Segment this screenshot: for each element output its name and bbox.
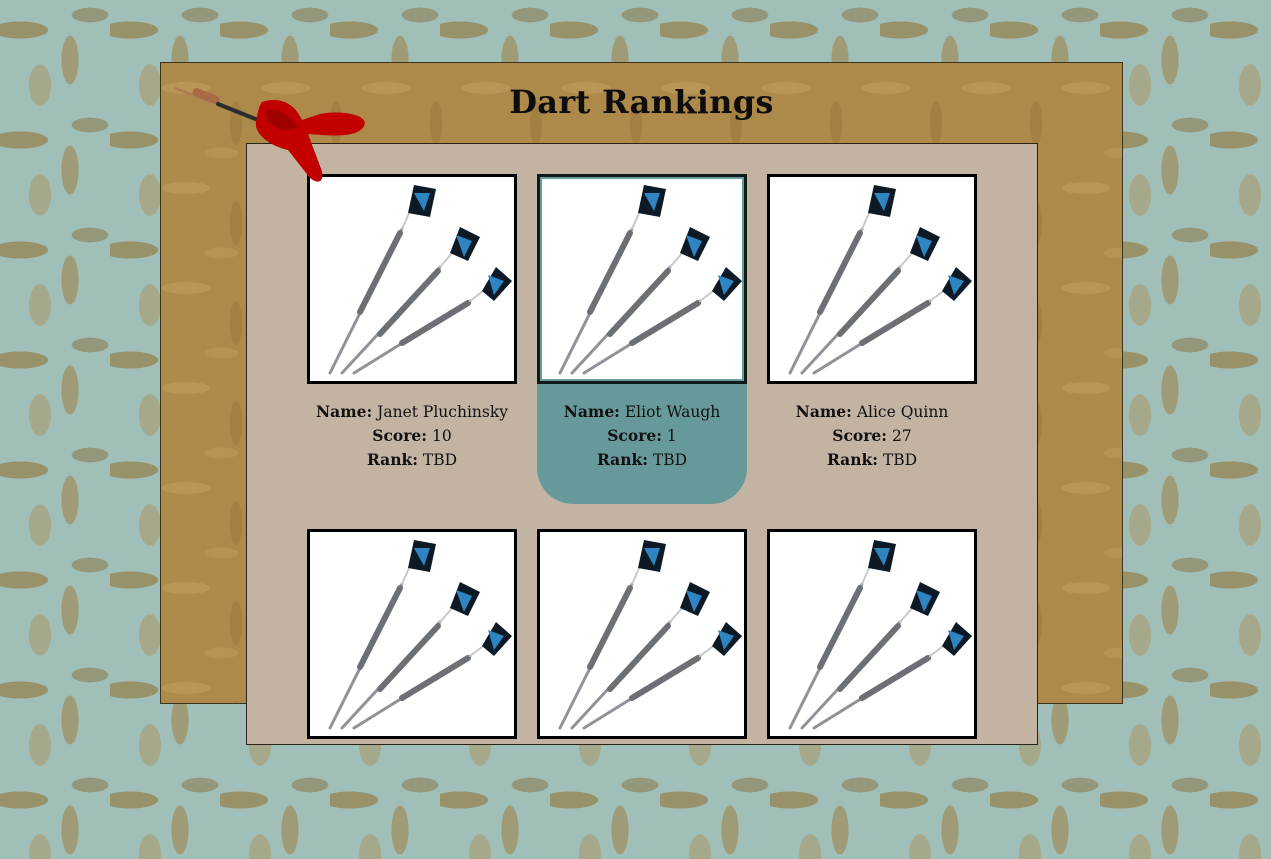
name-row: Name: Alice Quinn bbox=[767, 400, 977, 424]
player-name: Janet Pluchinsky bbox=[377, 403, 508, 421]
player-card[interactable] bbox=[307, 529, 517, 859]
player-card[interactable]: Name: Alice Quinn Score: 27 Rank: TBD bbox=[767, 174, 977, 504]
player-card[interactable] bbox=[767, 529, 977, 859]
name-label: Name: bbox=[563, 402, 620, 421]
score-label: Score: bbox=[372, 426, 428, 445]
player-score: 27 bbox=[891, 427, 912, 445]
player-image[interactable] bbox=[307, 174, 517, 384]
score-row: Score: 27 bbox=[767, 424, 977, 448]
player-score: 1 bbox=[666, 427, 677, 445]
player-image[interactable] bbox=[767, 174, 977, 384]
rank-label: Rank: bbox=[366, 450, 418, 469]
name-label: Name: bbox=[795, 402, 852, 421]
player-grid: Name: Janet Pluchinsky Score: 10 Rank: T… bbox=[246, 143, 1038, 745]
player-rank: TBD bbox=[422, 451, 458, 469]
player-card-selected[interactable]: Name: Eliot Waugh Score: 1 Rank: TBD bbox=[537, 174, 747, 504]
score-row: Score: 1 bbox=[537, 424, 747, 448]
player-card[interactable] bbox=[537, 529, 747, 859]
player-rank: TBD bbox=[652, 451, 688, 469]
score-label: Score: bbox=[832, 426, 888, 445]
score-label: Score: bbox=[607, 426, 662, 445]
player-rank: TBD bbox=[882, 451, 918, 469]
name-label: Name: bbox=[316, 402, 373, 421]
player-image[interactable] bbox=[307, 529, 517, 739]
name-row: Name: Eliot Waugh bbox=[537, 400, 747, 424]
rank-row: Rank: TBD bbox=[537, 448, 747, 472]
player-name: Alice Quinn bbox=[856, 403, 949, 421]
darts-icon bbox=[328, 540, 512, 730]
player-card[interactable]: Name: Janet Pluchinsky Score: 10 Rank: T… bbox=[307, 174, 517, 504]
score-row: Score: 10 bbox=[307, 424, 517, 448]
player-score: 10 bbox=[431, 427, 452, 445]
player-image[interactable] bbox=[767, 529, 977, 739]
name-row: Name: Janet Pluchinsky bbox=[307, 400, 517, 424]
rank-label: Rank: bbox=[826, 450, 878, 469]
player-image[interactable] bbox=[537, 174, 747, 384]
rank-row: Rank: TBD bbox=[307, 448, 517, 472]
darts-icon bbox=[558, 185, 742, 375]
player-image[interactable] bbox=[537, 529, 747, 739]
player-info: Name: Janet Pluchinsky Score: 10 Rank: T… bbox=[307, 400, 517, 472]
darts-icon bbox=[788, 185, 972, 375]
darts-icon bbox=[558, 540, 742, 730]
player-info: Name: Alice Quinn Score: 27 Rank: TBD bbox=[767, 400, 977, 472]
rank-row: Rank: TBD bbox=[767, 448, 977, 472]
player-name: Eliot Waugh bbox=[624, 403, 721, 421]
rank-label: Rank: bbox=[596, 450, 648, 469]
darts-icon bbox=[788, 540, 972, 730]
red-dart-icon bbox=[173, 86, 365, 182]
player-info: Name: Eliot Waugh Score: 1 Rank: TBD bbox=[537, 400, 747, 472]
darts-icon bbox=[328, 185, 512, 375]
